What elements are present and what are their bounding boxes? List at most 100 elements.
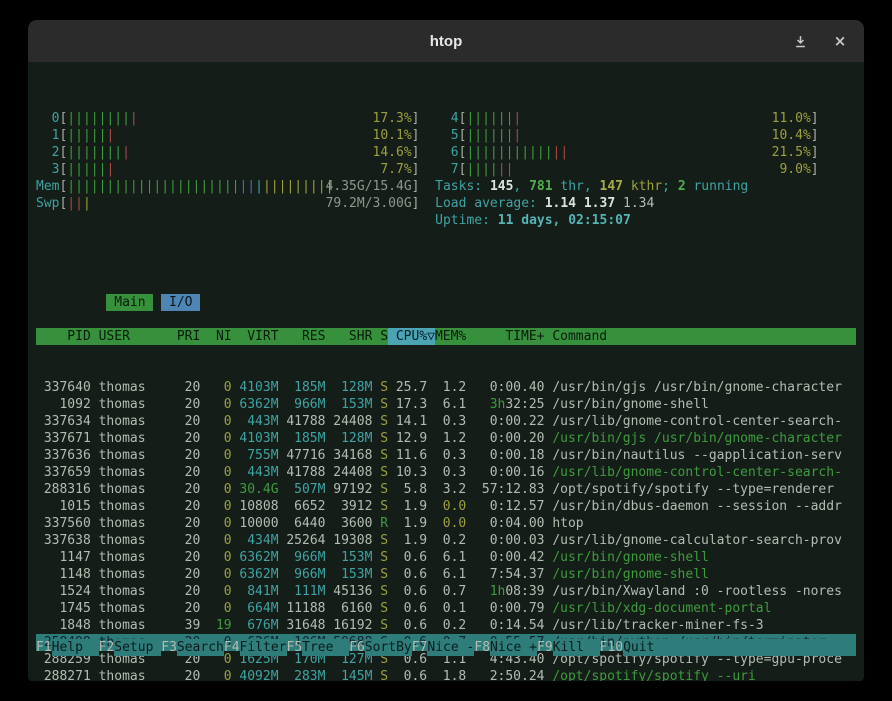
process-row[interactable]: 337640thomas2004103M185M128MS25.71.20:00… [36, 379, 856, 396]
text-segment: 1015 [59, 499, 90, 514]
memory-meter-value: 4.35G/15.4G [326, 178, 412, 195]
cell-pid: 337636 [36, 447, 91, 464]
process-row[interactable]: 337634thomas200443M4178824408S14.10.30:0… [36, 413, 856, 430]
text-segment: [ [59, 145, 67, 160]
titlebar-buttons: × [792, 20, 848, 62]
fkey-setup[interactable]: F2Setup [99, 639, 162, 656]
text-segment: 4092M [239, 669, 278, 681]
cell-pri: 20 [177, 498, 200, 515]
process-row[interactable]: 337638thomas200434M2526419308S1.90.20:00… [36, 532, 856, 549]
memory-meter-bar: ||||||||||||||||||||||||||||||||||4.35G/… [67, 178, 411, 195]
text-segment: 0.6 [404, 584, 427, 599]
cell-mem: 0.2 [435, 617, 466, 634]
process-row[interactable]: 1148thomas2006362M966M153MS0.66.17:54.37… [36, 566, 856, 583]
cell-res: 31648 [286, 617, 325, 634]
column-header-ni[interactable]: NI [208, 328, 231, 345]
text-segment: S [380, 584, 388, 599]
fkey-sortby[interactable]: F6SortBy [349, 639, 412, 656]
fkey-quit[interactable]: F10Quit [600, 639, 670, 656]
cell-virt: 4103M [239, 430, 278, 447]
cell-virt: 10000 [239, 515, 278, 532]
close-icon[interactable]: × [832, 33, 848, 49]
cell-cpu: 5.8 [396, 481, 427, 498]
process-row[interactable]: 337560thomas2001000064403600R1.90.00:04.… [36, 515, 856, 532]
cell-shr: 97192 [333, 481, 372, 498]
cell-res: 283M [286, 668, 325, 681]
column-header-user[interactable]: USER [99, 328, 169, 345]
cell-mem: 6.1 [435, 396, 466, 413]
fkey-search[interactable]: F3Search [161, 639, 224, 656]
column-header-pri[interactable]: PRI [177, 328, 200, 345]
fkey-kill[interactable]: F9Kill [537, 639, 600, 656]
cpu-meter-1-value: 10.1% [373, 127, 412, 144]
process-row[interactable]: 337636thomas200755M4771634168S11.60.30:0… [36, 447, 856, 464]
cell-virt: 6362M [239, 549, 278, 566]
tab-main[interactable]: Main [106, 294, 153, 311]
text-segment: 25264 [286, 533, 325, 548]
text-segment: 841M [247, 584, 278, 599]
column-header-virt[interactable]: VIRT [239, 328, 278, 345]
column-header-cmd[interactable]: Command [552, 328, 842, 345]
cell-virt: 755M [239, 447, 278, 464]
fkey-tree[interactable]: F5Tree [287, 639, 350, 656]
text-segment: thomas [99, 618, 146, 633]
text-segment: || [239, 179, 255, 194]
column-header-s[interactable]: S [380, 328, 388, 345]
process-row[interactable]: 1745thomas200664M111886160S0.60.10:00.79… [36, 600, 856, 617]
text-segment: 45136 [333, 584, 372, 599]
tab-io[interactable]: I/O [161, 294, 200, 311]
cell-cmd: htop [552, 515, 842, 532]
text-segment: 0 [224, 465, 232, 480]
process-row[interactable]: 288271thomas2004092M283M145MS0.61.82:50.… [36, 668, 856, 681]
text-segment: /usr/bin/gnome-shell [552, 550, 709, 565]
cell-time: 57:12.83 [474, 481, 544, 498]
process-row[interactable]: 1092thomas2006362M966M153MS17.36.13h32:2… [36, 396, 856, 413]
cell-user: thomas [99, 379, 169, 396]
column-header-time[interactable]: TIME+ [474, 328, 544, 345]
process-row[interactable]: 1015thomas2001080866523912S1.90.00:12.57… [36, 498, 856, 515]
column-header-mem[interactable]: MEM% [435, 328, 466, 345]
cell-pri: 20 [177, 566, 200, 583]
text-segment: 0:14.54 [490, 618, 545, 633]
cell-cpu: 0.6 [396, 600, 427, 617]
fkey-nice-[interactable]: F7Nice - [412, 639, 475, 656]
column-header-res[interactable]: RES [286, 328, 325, 345]
fkey-filter[interactable]: F4Filter [224, 639, 287, 656]
column-header-cpu-sorted[interactable]: CPU%▽ [388, 328, 435, 345]
cell-pid: 1015 [36, 498, 91, 515]
process-row[interactable]: 1848thomas3919676M3164816192S0.60.20:14.… [36, 617, 856, 634]
process-row[interactable]: 288316thomas20030.4G507M97192S5.83.257:1… [36, 481, 856, 498]
cell-s: S [380, 481, 388, 498]
window-titlebar[interactable]: htop × [28, 20, 864, 62]
text-segment: 7:54.37 [490, 567, 545, 582]
cell-s: S [380, 447, 388, 464]
column-header-shr[interactable]: SHR [333, 328, 372, 345]
process-row[interactable]: 1524thomas200841M111M45136S0.60.71h08:39… [36, 583, 856, 600]
process-row[interactable]: 1147thomas2006362M966M153MS0.66.10:00.42… [36, 549, 856, 566]
text-segment: /opt/spotify/spotify --type=renderer [552, 482, 834, 497]
text-segment: 676M [247, 618, 278, 633]
text-segment: ] [412, 111, 420, 126]
cell-user: thomas [99, 668, 169, 681]
download-icon[interactable] [792, 33, 808, 49]
process-row[interactable]: 337659thomas200443M4178824408S10.30.30:0… [36, 464, 856, 481]
text-segment: 507M [294, 482, 325, 497]
text-segment: | [83, 196, 91, 211]
text-segment: 1h [490, 584, 506, 599]
cpu-meter-5-label: 5 [435, 127, 458, 144]
fkey-help[interactable]: F1Help [36, 639, 99, 656]
process-row[interactable]: 337671thomas2004103M185M128MS12.91.20:00… [36, 430, 856, 447]
cpu-meter-1: 1[||||||10.1%] [36, 127, 420, 144]
cell-pri: 20 [177, 515, 200, 532]
cell-res: 966M [286, 549, 325, 566]
cell-cpu: 12.9 [396, 430, 427, 447]
cell-ni: 0 [208, 532, 231, 549]
cell-s: R [380, 515, 388, 532]
text-segment: 664M [247, 601, 278, 616]
text-segment: 3600 [341, 516, 372, 531]
column-header-pid[interactable]: PID [36, 328, 91, 345]
fkey-nice-[interactable]: F8Nice + [474, 639, 537, 656]
text-segment: ] [412, 162, 420, 177]
fkey-number: F4 [224, 639, 240, 656]
text-segment: 6362M [239, 397, 278, 412]
